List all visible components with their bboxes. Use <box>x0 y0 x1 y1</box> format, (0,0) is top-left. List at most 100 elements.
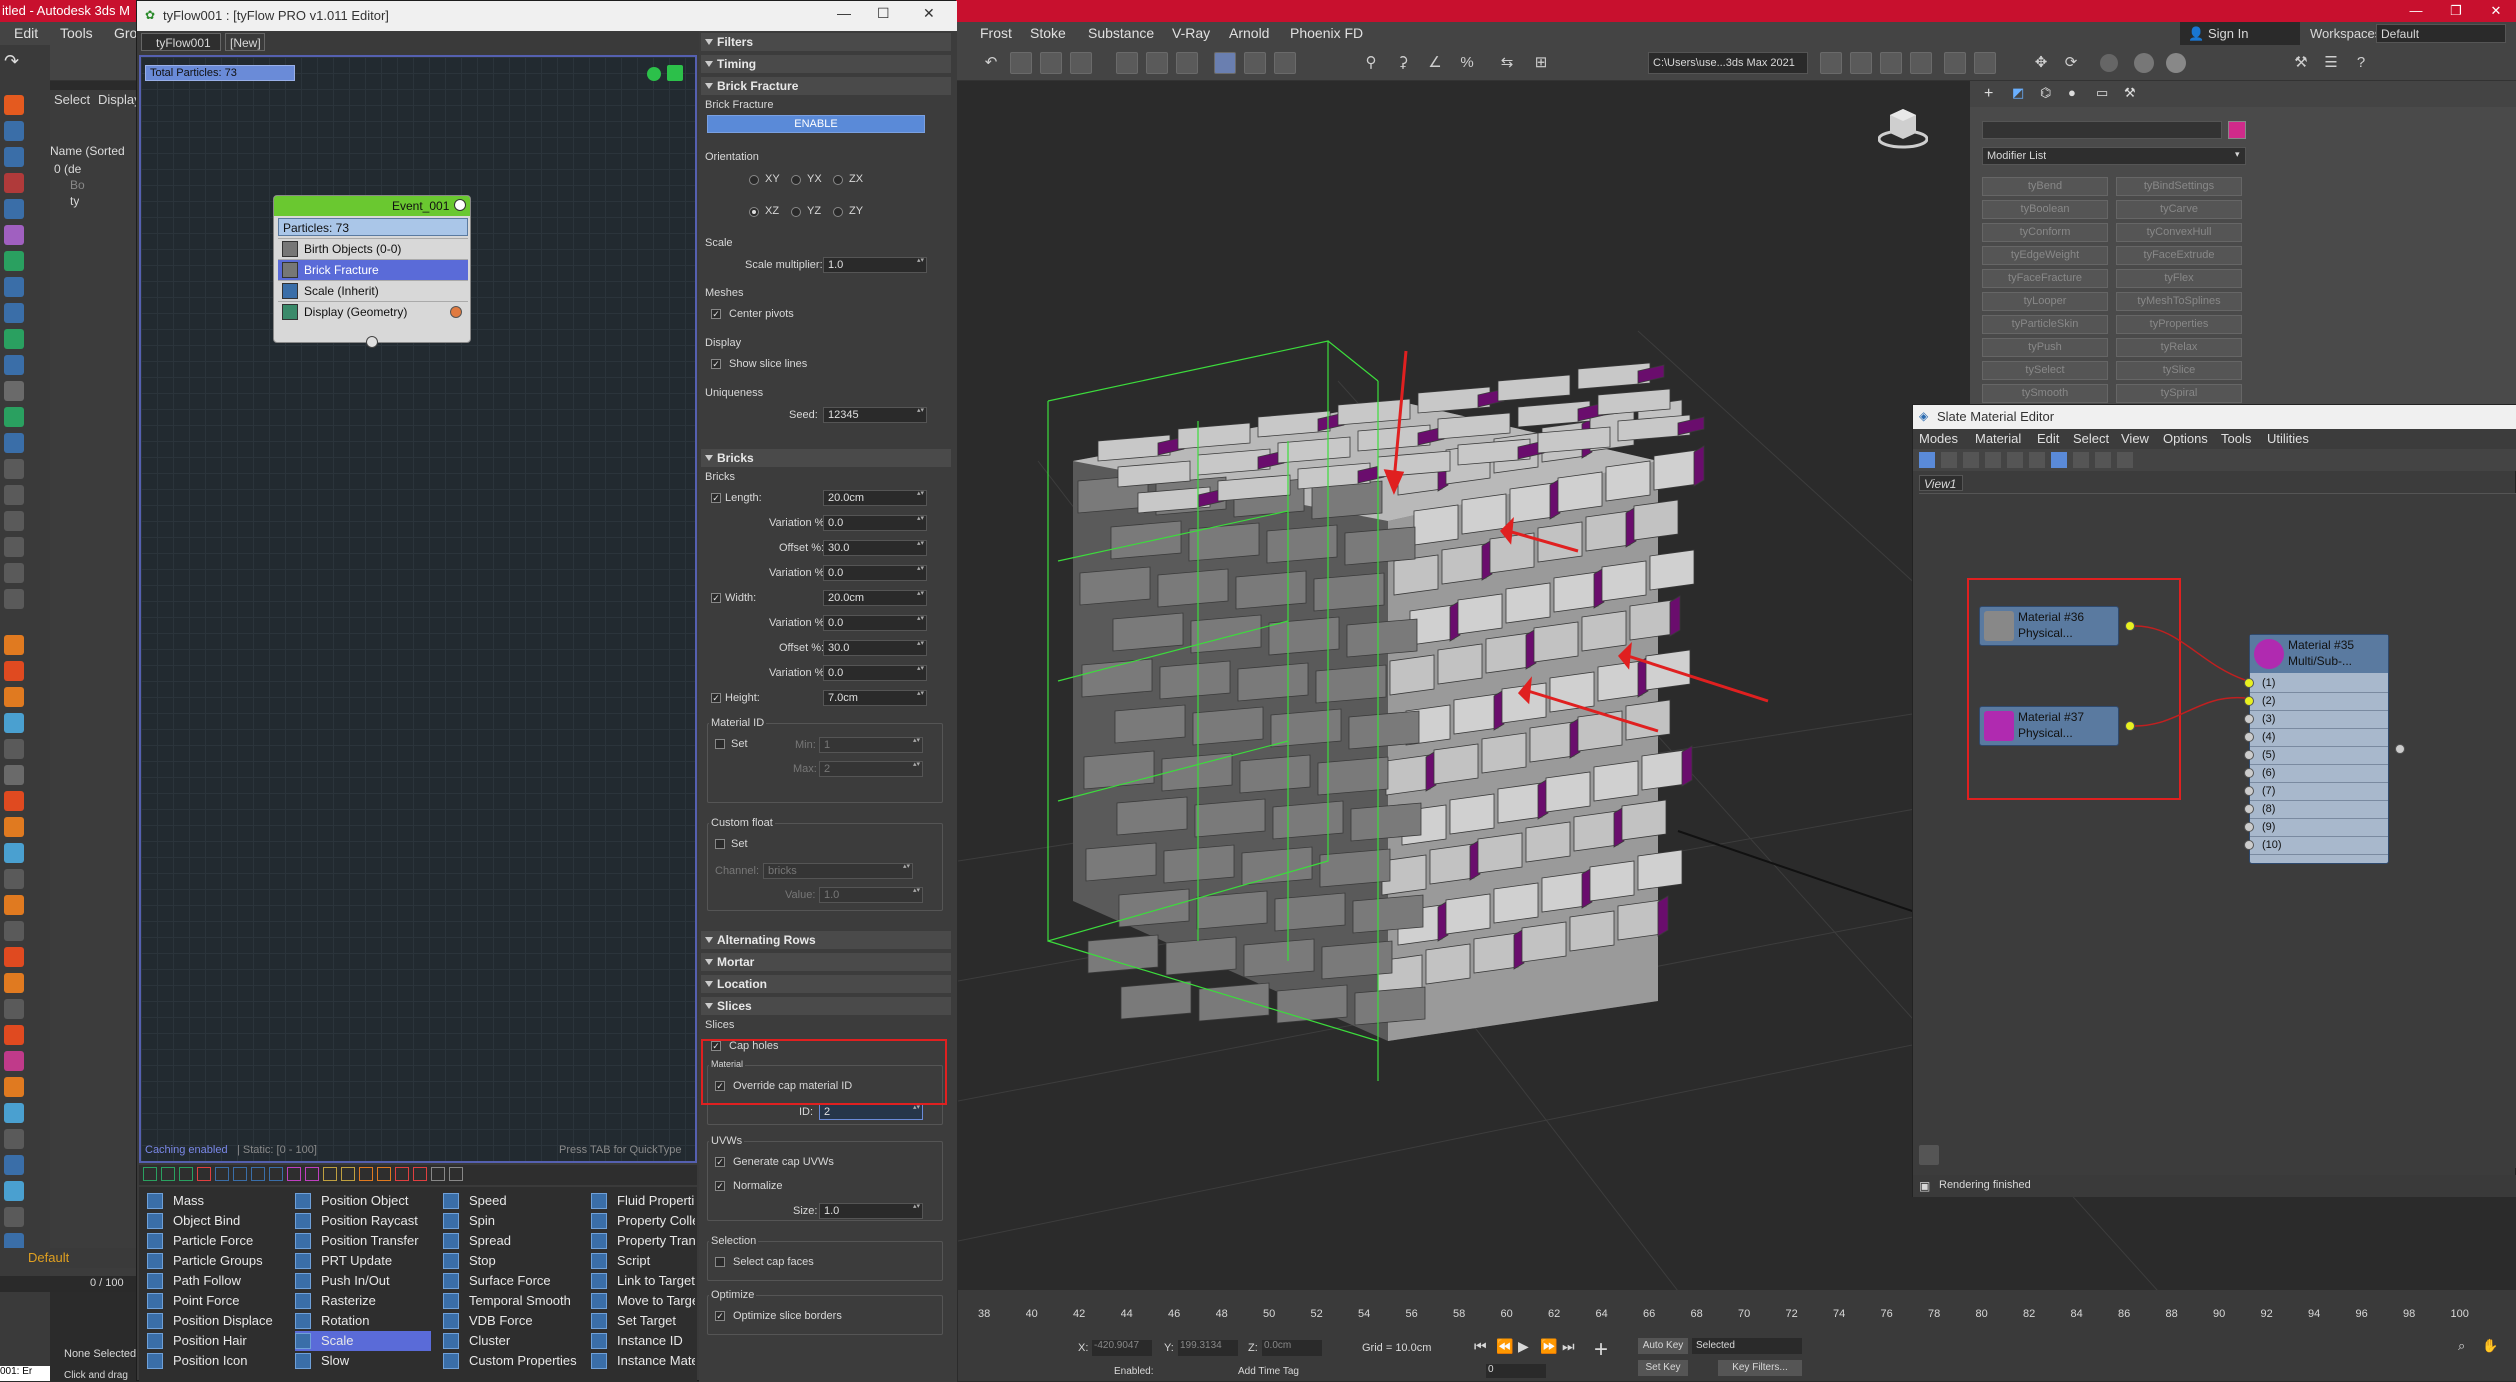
smoke-icon-7[interactable] <box>4 1207 24 1227</box>
render-sphere-icon-3[interactable] <box>2166 53 2186 73</box>
operator-birth-objects[interactable]: Birth Objects (0-0) <box>278 238 468 259</box>
zoom-icon[interactable]: ⌕ <box>2458 1338 2465 1354</box>
width-checkbox[interactable]: ✓ <box>711 593 721 603</box>
rollout-mortar[interactable]: Mortar <box>701 953 951 971</box>
modify-tab-icon[interactable]: ◩ <box>2012 85 2024 101</box>
modify-icon[interactable] <box>4 277 24 297</box>
category-icon-7[interactable] <box>251 1167 265 1181</box>
operator-position-icon[interactable]: Position Icon <box>147 1351 283 1371</box>
document-icon[interactable]: ☰ <box>2320 52 2342 74</box>
layout-all-icon[interactable] <box>2095 452 2111 468</box>
menu-stoke[interactable]: Stoke <box>1030 22 1066 45</box>
width-offset-variation-spinner[interactable]: 0.0 <box>823 665 927 681</box>
selected-dropdown[interactable]: Selected <box>1692 1338 1802 1354</box>
add-key-icon[interactable]: + <box>1594 1338 1608 1362</box>
menu-frost[interactable]: Frost <box>980 22 1012 45</box>
category-icon-8[interactable] <box>269 1167 283 1181</box>
play-indicator-icon[interactable] <box>647 67 661 81</box>
modifier-tybend[interactable]: tyBend <box>1982 177 2108 196</box>
operator-set-target[interactable]: Set Target <box>591 1311 695 1331</box>
event-toggle-icon[interactable] <box>454 199 466 211</box>
scale-multiplier-spinner[interactable]: 1.0 <box>823 257 927 273</box>
generate-cap-uvws-checkbox[interactable]: ✓ <box>715 1157 725 1167</box>
smoke-icon-2[interactable] <box>4 765 24 785</box>
slot-input-port[interactable] <box>2244 678 2254 688</box>
move-gizmo-icon[interactable]: ✥ <box>2030 52 2052 74</box>
helpers-icon[interactable] <box>4 199 24 219</box>
modifier-tyconform[interactable]: tyConform <box>1982 223 2108 242</box>
modifier-tyboolean[interactable]: tyBoolean <box>1982 200 2108 219</box>
operator-cluster[interactable]: Cluster <box>443 1331 579 1351</box>
move-children-icon[interactable] <box>2029 452 2045 468</box>
uv-size-spinner[interactable]: 1.0 <box>819 1203 923 1219</box>
create-icon[interactable] <box>4 95 24 115</box>
fire-icon-5[interactable] <box>4 817 24 837</box>
particle-icon-2[interactable] <box>4 1155 24 1175</box>
operator-position-hair[interactable]: Position Hair <box>147 1331 283 1351</box>
modifier-tyfacefracture[interactable]: tyFaceFracture <box>1982 269 2108 288</box>
center-pivots-checkbox[interactable]: ✓ <box>711 309 721 319</box>
modifier-tyfaceextrude[interactable]: tyFaceExtrude <box>2116 246 2242 265</box>
length-offset-spinner[interactable]: 30.0 <box>823 540 927 556</box>
slate-menu-material[interactable]: Material <box>1975 429 2021 449</box>
rollout-location[interactable]: Location <box>701 975 951 993</box>
material-35-output-port[interactable] <box>2395 744 2405 754</box>
create-tab-icon[interactable]: + <box>1984 85 1993 103</box>
menu-vray[interactable]: V-Ray <box>1172 22 1210 45</box>
enable-button[interactable]: ENABLE <box>707 115 925 133</box>
material-slot[interactable]: (3) <box>2244 711 2388 729</box>
select-cap-faces-checkbox[interactable] <box>715 1257 725 1267</box>
rollout-filters[interactable]: Filters <box>701 33 951 51</box>
category-icon-11[interactable] <box>323 1167 337 1181</box>
fluid-icon-1[interactable] <box>4 713 24 733</box>
material-id-set-checkbox[interactable] <box>715 739 725 749</box>
slate-menu-options[interactable]: Options <box>2163 429 2208 449</box>
rollout-brick-fracture[interactable]: Brick Fracture <box>701 77 951 95</box>
smoke-icon-3[interactable] <box>4 869 24 889</box>
tab-tyflow001[interactable]: tyFlow001 <box>141 33 221 51</box>
angle-snap-icon[interactable]: ∠ <box>1424 52 1446 74</box>
hierarchy-tab-icon[interactable]: ⌬ <box>2040 85 2051 101</box>
mirror-icon[interactable]: ⇆ <box>1496 52 1518 74</box>
category-icon-10[interactable] <box>305 1167 319 1181</box>
redo-icon[interactable]: ↷ <box>4 51 19 72</box>
slot-input-port[interactable] <box>2244 822 2254 832</box>
material-slot[interactable]: (9) <box>2244 819 2388 837</box>
modifier-tyflex[interactable]: tyFlex <box>2116 269 2242 288</box>
radio-xy[interactable] <box>749 175 759 185</box>
operator-object-bind[interactable]: Object Bind <box>147 1211 283 1231</box>
category-icon-14[interactable] <box>377 1167 391 1181</box>
category-icon-4[interactable] <box>197 1167 211 1181</box>
slot-input-port[interactable] <box>2244 732 2254 742</box>
width-variation-spinner[interactable]: 0.0 <box>823 615 927 631</box>
hierarchy-icon[interactable] <box>4 303 24 323</box>
prev-frame-icon[interactable]: ⏪ <box>1496 1338 1513 1355</box>
object-icon-4[interactable] <box>4 485 24 505</box>
modifier-tyslice[interactable]: tySlice <box>2116 361 2242 380</box>
particle-icon-1[interactable] <box>4 1051 24 1071</box>
fire-icon-10[interactable] <box>4 1077 24 1097</box>
height-checkbox[interactable]: ✓ <box>711 693 721 703</box>
category-icon-2[interactable] <box>161 1167 175 1181</box>
normalize-checkbox[interactable]: ✓ <box>715 1181 725 1191</box>
restore-icon[interactable]: ❐ <box>2436 0 2476 22</box>
material-slot[interactable]: (2) <box>2244 693 2388 711</box>
cameras-icon[interactable] <box>4 173 24 193</box>
menu-edit[interactable]: Edit <box>14 22 38 45</box>
fire-icon-7[interactable] <box>4 947 24 967</box>
material-slot[interactable]: (4) <box>2244 729 2388 747</box>
operator-move-to-targe[interactable]: Move to Targe <box>591 1291 695 1311</box>
modifier-typush[interactable]: tyPush <box>1982 338 2108 357</box>
tyflow-close-icon[interactable]: ✕ <box>923 5 935 22</box>
category-icon-15[interactable] <box>395 1167 409 1181</box>
show-background-icon[interactable] <box>2073 452 2089 468</box>
category-icon-3[interactable] <box>179 1167 193 1181</box>
operator-prt-update[interactable]: PRT Update <box>295 1251 431 1271</box>
category-icon-12[interactable] <box>341 1167 355 1181</box>
operator-custom-properties[interactable]: Custom Properties <box>443 1351 579 1371</box>
current-frame-field[interactable]: 0 <box>1486 1364 1546 1378</box>
operator-position-raycast[interactable]: Position Raycast <box>295 1211 431 1231</box>
category-icon-17[interactable] <box>431 1167 445 1181</box>
coord-x-field[interactable]: -420.9047 <box>1092 1340 1152 1356</box>
add-time-tag[interactable]: Add Time Tag <box>1238 1366 1299 1377</box>
